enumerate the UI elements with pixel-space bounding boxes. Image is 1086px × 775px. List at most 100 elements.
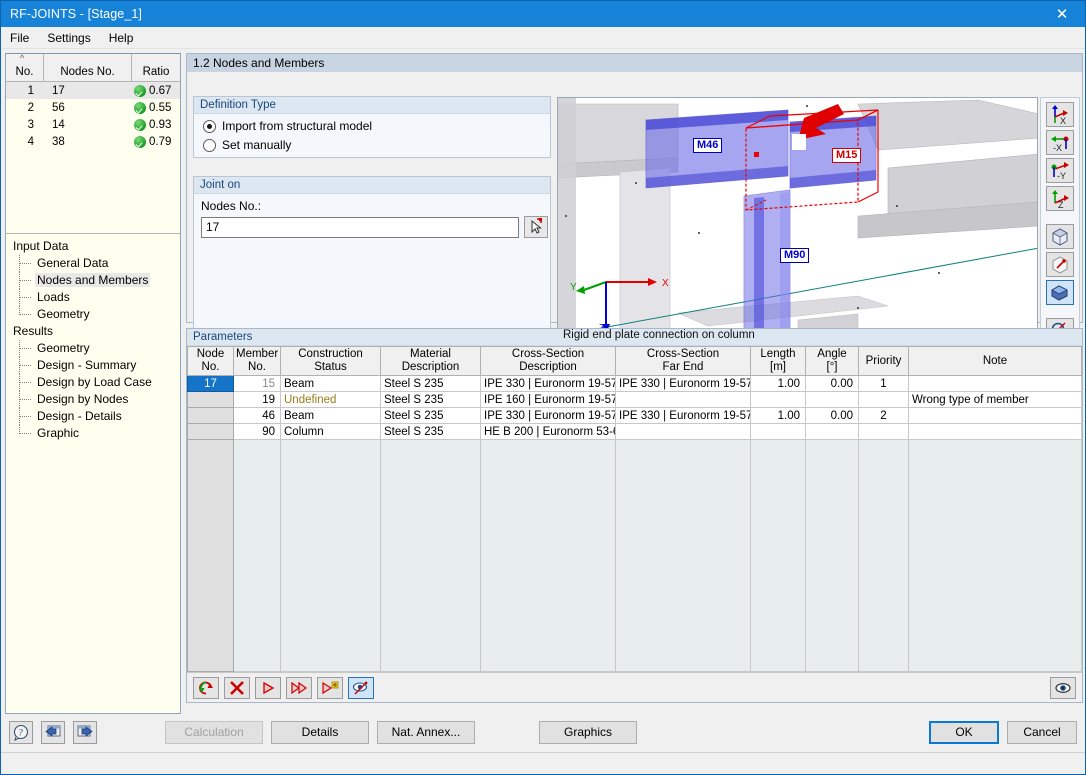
cell-member-no[interactable]: 19 xyxy=(234,392,281,408)
sidebar-item-design-by-nodes[interactable]: Design by Nodes xyxy=(11,391,130,408)
cell-construction-status[interactable]: Beam xyxy=(281,376,381,392)
cell-priority[interactable]: 2 xyxy=(859,408,909,424)
sidebar-item-design-summary[interactable]: Design - Summary xyxy=(11,357,138,374)
radio-set-manually[interactable]: Set manually xyxy=(194,133,550,152)
cell-note[interactable] xyxy=(909,376,1082,392)
table-row[interactable]: 17 15 Beam Steel S 235 IPE 330 | Euronor… xyxy=(188,376,1082,392)
sidebar-item-nodes-and-members[interactable]: Nodes and Members xyxy=(11,272,150,289)
cell-material[interactable]: Steel S 235 xyxy=(381,424,481,440)
view-x-button[interactable]: X xyxy=(1046,102,1074,127)
column-header-material-description[interactable]: MaterialDescription xyxy=(381,347,481,376)
details-button[interactable]: Details xyxy=(271,721,369,744)
column-header-ratio[interactable]: Ratio xyxy=(132,54,180,81)
cell-cross-section-far-end[interactable] xyxy=(616,424,751,440)
view-isometric-button[interactable] xyxy=(1046,224,1074,249)
pick-node-cursor-icon[interactable] xyxy=(524,216,548,238)
column-header-node-no[interactable]: NodeNo. xyxy=(188,347,234,376)
column-header-cross-section-far-end[interactable]: Cross-SectionFar End xyxy=(616,347,751,376)
cell-angle[interactable]: 0.00 xyxy=(806,408,859,424)
table-row[interactable]: 46 Beam Steel S 235 IPE 330 | Euronorm 1… xyxy=(188,408,1082,424)
cell-material[interactable]: Steel S 235 xyxy=(381,408,481,424)
eye-icon[interactable] xyxy=(1050,677,1076,699)
cell-cross-section[interactable]: IPE 160 | Euronorm 19-57 xyxy=(481,392,616,408)
joints-list-row[interactable]: 1 17 0.67 xyxy=(6,82,180,99)
cell-cross-section-far-end[interactable]: IPE 330 | Euronorm 19-57 xyxy=(616,408,751,424)
cell-node-no[interactable]: 17 xyxy=(188,376,234,392)
cell-note[interactable] xyxy=(909,408,1082,424)
cell-cross-section[interactable]: IPE 330 | Euronorm 19-57 xyxy=(481,376,616,392)
cell-construction-status[interactable]: Column xyxy=(281,424,381,440)
forward-window-icon[interactable] xyxy=(73,721,97,744)
view-rendered-button[interactable] xyxy=(1046,280,1074,305)
menu-item-file[interactable]: File xyxy=(1,28,38,48)
cancel-button[interactable]: Cancel xyxy=(1007,721,1077,744)
sidebar-item-graphic[interactable]: Graphic xyxy=(11,425,81,442)
cell-angle[interactable]: 0.00 xyxy=(806,376,859,392)
cell-cross-section[interactable]: HE B 200 | Euronorm 53-6 xyxy=(481,424,616,440)
menu-item-help[interactable]: Help xyxy=(100,28,143,48)
ok-button[interactable]: OK xyxy=(929,721,999,744)
cell-member-no[interactable]: 46 xyxy=(234,408,281,424)
cell-length[interactable] xyxy=(751,392,806,408)
cell-priority[interactable]: 1 xyxy=(859,376,909,392)
view-minus-y-button[interactable]: -Y xyxy=(1046,158,1074,183)
cell-node-no[interactable] xyxy=(188,424,234,440)
view-minus-x-button[interactable]: -X xyxy=(1046,130,1074,155)
sidebar-item-design-by-load-case[interactable]: Design by Load Case xyxy=(11,374,154,391)
column-header-note[interactable]: Note xyxy=(909,347,1082,376)
cell-priority[interactable] xyxy=(859,424,909,440)
cell-material[interactable]: Steel S 235 xyxy=(381,376,481,392)
column-header-member-no[interactable]: MemberNo. xyxy=(234,347,281,376)
eye-pen-icon[interactable] xyxy=(348,677,374,699)
back-window-icon[interactable] xyxy=(41,721,65,744)
question-bubble-icon[interactable]: ? xyxy=(9,721,33,744)
model-viewport[interactable]: X Y Z M46 M15 M90 Rigid end plate connec… xyxy=(557,97,1038,346)
table-row[interactable]: 19 Undefined Steel S 235 IPE 160 | Euron… xyxy=(188,392,1082,408)
column-header-cross-section-description[interactable]: Cross-SectionDescription xyxy=(481,347,616,376)
view-wireframe-button[interactable] xyxy=(1046,252,1074,277)
graphics-button[interactable]: Graphics xyxy=(539,721,637,744)
menu-item-settings[interactable]: Settings xyxy=(38,28,99,48)
cell-cross-section-far-end[interactable]: IPE 330 | Euronorm 19-57 xyxy=(616,376,751,392)
close-icon[interactable]: ✕ xyxy=(1039,1,1085,27)
sidebar-item-geometry-results[interactable]: Geometry xyxy=(11,340,92,357)
sort-ascending-icon[interactable]: ^ xyxy=(20,55,30,62)
nat-annex-button[interactable]: Nat. Annex... xyxy=(377,721,475,744)
cell-member-no[interactable]: 15 xyxy=(234,376,281,392)
column-header-nodes-no[interactable]: Nodes No. xyxy=(44,54,132,81)
sidebar-item-design-details[interactable]: Design - Details xyxy=(11,408,124,425)
red-x-icon[interactable] xyxy=(224,677,250,699)
cell-member-no[interactable]: 90 xyxy=(234,424,281,440)
cell-construction-status[interactable]: Undefined xyxy=(281,392,381,408)
cell-note[interactable]: Wrong type of member xyxy=(909,392,1082,408)
table-empty-area[interactable] xyxy=(188,440,1082,672)
view-z-button[interactable]: Z xyxy=(1046,186,1074,211)
column-header-construction-status[interactable]: ConstructionStatus xyxy=(281,347,381,376)
cell-cross-section-far-end[interactable] xyxy=(616,392,751,408)
cell-node-no[interactable] xyxy=(188,408,234,424)
radio-import-from-structural-model[interactable]: Import from structural model xyxy=(194,114,550,133)
tree-group-results[interactable]: Results xyxy=(11,323,180,340)
calculation-button[interactable]: Calculation xyxy=(165,721,263,744)
column-header-priority[interactable]: Priority xyxy=(859,347,909,376)
joints-list-row[interactable]: 2 56 0.55 xyxy=(6,99,180,116)
cell-angle[interactable] xyxy=(806,424,859,440)
cell-note[interactable] xyxy=(909,424,1082,440)
sidebar-item-geometry-input[interactable]: Geometry xyxy=(11,306,92,323)
joints-list-row[interactable]: 4 38 0.79 xyxy=(6,133,180,150)
cell-cross-section[interactable]: IPE 330 | Euronorm 19-57 xyxy=(481,408,616,424)
joints-list-row[interactable]: 3 14 0.93 xyxy=(6,116,180,133)
cell-construction-status[interactable]: Beam xyxy=(281,408,381,424)
arrow-plus-icon[interactable] xyxy=(317,677,343,699)
sidebar-item-loads[interactable]: Loads xyxy=(11,289,72,306)
nodes-no-input[interactable]: 17 xyxy=(201,217,519,238)
cell-priority[interactable] xyxy=(859,392,909,408)
cell-length[interactable] xyxy=(751,424,806,440)
tree-group-input-data[interactable]: Input Data xyxy=(11,238,180,255)
cell-material[interactable]: Steel S 235 xyxy=(381,392,481,408)
cell-length[interactable]: 1.00 xyxy=(751,376,806,392)
double-arrow-icon[interactable] xyxy=(286,677,312,699)
refresh-circle-icon[interactable] xyxy=(193,677,219,699)
cell-length[interactable]: 1.00 xyxy=(751,408,806,424)
table-row[interactable]: 90 Column Steel S 235 HE B 200 | Euronor… xyxy=(188,424,1082,440)
